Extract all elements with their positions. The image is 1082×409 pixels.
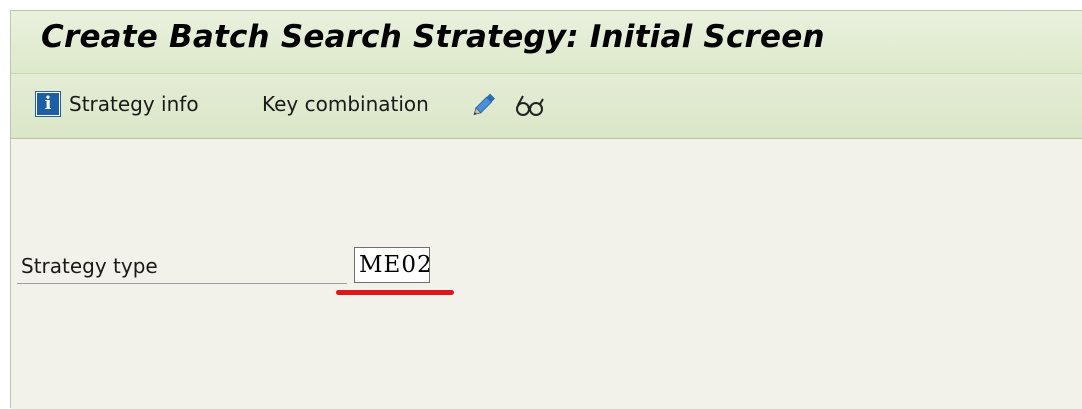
title-bar: Create Batch Search Strategy: Initial Sc… [11,11,1082,73]
strategy-info-button[interactable]: i Strategy info [35,90,199,118]
strategy-type-input[interactable] [354,247,430,283]
display-button[interactable] [513,88,547,122]
strategy-info-label: Strategy info [69,92,199,116]
info-icon: i [35,91,61,117]
application-toolbar: i Strategy info Key combination [11,73,1082,139]
strategy-type-label: Strategy type [21,254,158,278]
red-highlight-underline [336,290,454,295]
field-separator-line [17,283,347,284]
key-combination-label: Key combination [262,92,429,116]
info-icon-glyph: i [37,93,59,115]
key-combination-button[interactable]: Key combination [262,90,429,118]
sap-window: Create Batch Search Strategy: Initial Sc… [10,10,1082,409]
main-content: Strategy type [11,139,1082,409]
glasses-icon [516,95,544,116]
page-title: Create Batch Search Strategy: Initial Sc… [41,19,825,55]
pencil-icon [473,93,496,116]
change-button[interactable] [466,88,500,122]
